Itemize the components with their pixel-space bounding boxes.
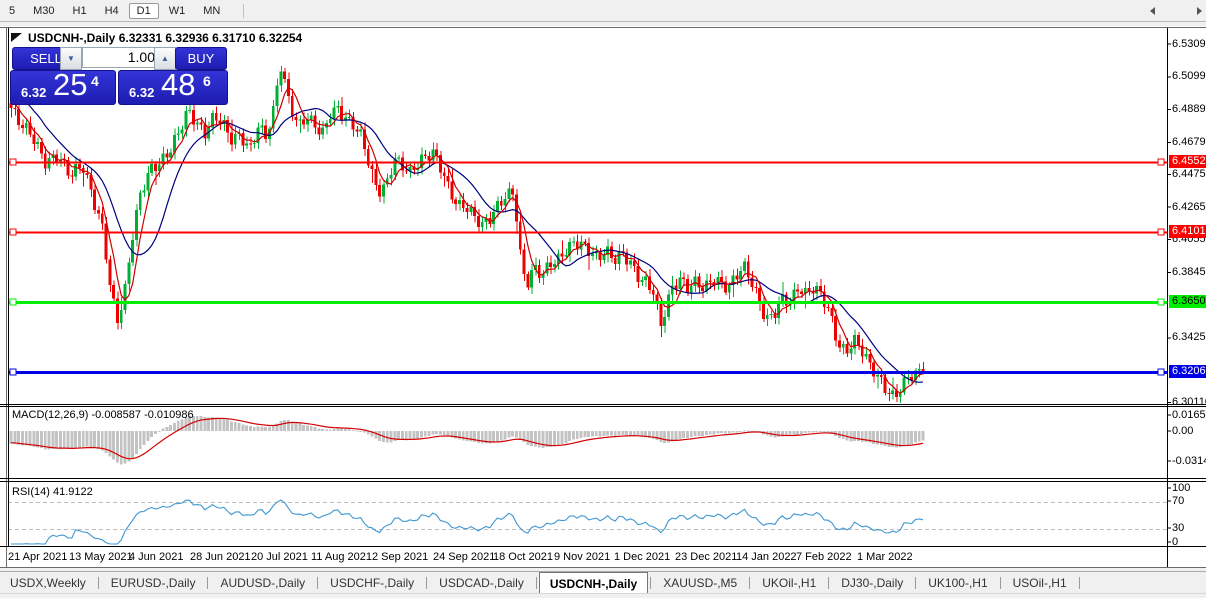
- rsi-value: 41.9122: [52, 486, 93, 498]
- tab-xauusd-m5[interactable]: XAUUSD-,M5: [653, 572, 747, 594]
- x-axis-label: 14 Jan 2022: [736, 551, 797, 563]
- tab-usdx-weekly[interactable]: USDX,Weekly: [0, 572, 96, 594]
- macd-axis-label: -0.03142: [1172, 455, 1206, 467]
- timeframe-w1[interactable]: W1: [161, 3, 194, 19]
- sell-price-panel[interactable]: 6.32 25 4: [10, 67, 116, 105]
- tab-usdcad-daily[interactable]: USDCAD-,Daily: [429, 572, 534, 594]
- x-axis-label: 2 Sep 2021: [372, 551, 429, 563]
- rsi-axis-label: 100: [1172, 482, 1191, 494]
- tab-usoil-h1[interactable]: USOil-,H1: [1003, 572, 1077, 594]
- macd-name: MACD(12,26,9): [12, 409, 89, 421]
- y-axis-label: 6.46790: [1172, 135, 1206, 148]
- y-axis-label: 6.50990: [1172, 70, 1206, 83]
- macd-values: -0.008587 -0.010986: [91, 409, 194, 421]
- tab-separator: [317, 577, 319, 589]
- tab-usdcnh-daily[interactable]: USDCNH-,Daily: [538, 572, 649, 594]
- x-axis-label: 1 Dec 2021: [614, 551, 671, 563]
- tab-dj30-daily[interactable]: DJ30-,Daily: [831, 572, 913, 594]
- tab-usdchf-daily[interactable]: USDCHF-,Daily: [320, 572, 424, 594]
- chart-window[interactable]: [0, 26, 1206, 567]
- tab-audusd-daily[interactable]: AUDUSD-,Daily: [210, 572, 315, 594]
- x-axis-label: 24 Sep 2021: [433, 551, 496, 563]
- buy-price-panel[interactable]: 6.32 48 6: [118, 67, 228, 105]
- tab-separator: [97, 577, 99, 589]
- tab-uk100-h1[interactable]: UK100-,H1: [918, 572, 997, 594]
- sell-price-sup: 4: [91, 73, 99, 89]
- price-line-badge[interactable]: 6.36500: [1169, 295, 1206, 309]
- y-axis-label: 6.38450: [1172, 265, 1206, 278]
- price-line-badge[interactable]: 6.45527: [1169, 154, 1206, 168]
- x-axis-label: 21 Apr 2021: [8, 551, 68, 563]
- tab-ukoil-h1[interactable]: UKOil-,H1: [752, 572, 826, 594]
- rsi-name: RSI(14): [12, 486, 50, 498]
- y-axis-label: 6.42650: [1172, 200, 1206, 213]
- chart-tab-bar: USDX,Weekly EURUSD-,Daily AUDUSD-,Daily USD…: [0, 571, 1206, 594]
- tabs-scroll-right-icon[interactable]: [1197, 7, 1202, 15]
- tab-separator: [535, 577, 537, 589]
- x-axis-label: 28 Jun 2021: [190, 551, 251, 563]
- triangle-down-icon: ▼: [67, 54, 75, 63]
- sell-price-big: 25: [53, 67, 88, 102]
- x-axis-label: 11 Aug 2021: [311, 551, 372, 563]
- volume-input[interactable]: 1.00: [82, 47, 162, 68]
- rsi-axis-label: 0: [1172, 536, 1179, 548]
- tab-separator: [650, 577, 652, 589]
- triangle-up-icon: ▲: [161, 54, 169, 63]
- tab-separator: [749, 577, 751, 589]
- x-axis-label: 18 Oct 2021: [493, 551, 553, 563]
- chart-title: USDCNH-,Daily 6.32331 6.32936 6.31710 6.…: [28, 31, 302, 45]
- x-axis-label: 1 Mar 2022: [857, 551, 913, 563]
- tab-eurusd-daily[interactable]: EURUSD-,Daily: [101, 572, 206, 594]
- status-strip: [0, 593, 1206, 598]
- tab-separator: [828, 577, 830, 589]
- timeframe-h1[interactable]: H1: [65, 3, 95, 19]
- buy-price-small: 6.32: [129, 85, 155, 100]
- y-axis-label: 6.48890: [1172, 103, 1206, 116]
- x-axis-label: 13 May 2021: [69, 551, 133, 563]
- buy-price-big: 48: [161, 67, 196, 102]
- chart-corner-marker-icon: [11, 33, 22, 42]
- y-axis-label: 6.44750: [1172, 167, 1206, 180]
- tab-separator: [999, 577, 1001, 589]
- timeframe-toolbar: 5 M30 H1 H4 D1 W1 MN: [0, 0, 1206, 22]
- x-axis-label: 4 Jun 2021: [129, 551, 184, 563]
- toolbar-separator: [243, 3, 245, 18]
- ohlc-values: 6.32331 6.32936 6.31710 6.32254: [118, 31, 303, 45]
- sell-price-small: 6.32: [21, 85, 47, 100]
- tab-separator: [426, 577, 428, 589]
- symbol-title: USDCNH-,Daily: [28, 31, 116, 45]
- rsi-label: RSI(14) 41.9122: [12, 486, 93, 498]
- timeframe-d1[interactable]: D1: [128, 2, 159, 19]
- tab-separator: [207, 577, 209, 589]
- buy-price-sup: 6: [203, 73, 211, 89]
- x-axis-label: 9 Nov 2021: [554, 551, 611, 563]
- y-axis-label: 6.53090: [1172, 37, 1206, 50]
- timeframe-m30[interactable]: M30: [25, 3, 62, 19]
- timeframe-h4[interactable]: H4: [97, 3, 127, 19]
- tabs-scroll-left-icon[interactable]: [1150, 7, 1155, 15]
- y-axis-label: 6.34250: [1172, 331, 1206, 344]
- rsi-axis-label: 70: [1172, 495, 1185, 507]
- macd-label: MACD(12,26,9) -0.008587 -0.010986: [12, 409, 194, 421]
- x-axis-label: 7 Feb 2022: [796, 551, 852, 563]
- y-axis-label: 6.30110: [1172, 396, 1206, 408]
- timeframe-mn[interactable]: MN: [195, 3, 228, 19]
- x-axis-label: 20 Jul 2021: [251, 551, 308, 563]
- rsi-axis-label: 30: [1172, 522, 1185, 534]
- price-line-badge[interactable]: 6.41013: [1169, 225, 1206, 239]
- timeframe-5[interactable]: 5: [1, 3, 23, 19]
- macd-axis-label: 0.00: [1172, 425, 1194, 437]
- price-line-badge[interactable]: 6.32060: [1169, 364, 1206, 378]
- macd-axis-label: 0.016586: [1172, 409, 1206, 421]
- tab-separator: [1078, 577, 1080, 589]
- x-axis-label: 23 Dec 2021: [675, 551, 738, 563]
- tab-separator: [915, 577, 917, 589]
